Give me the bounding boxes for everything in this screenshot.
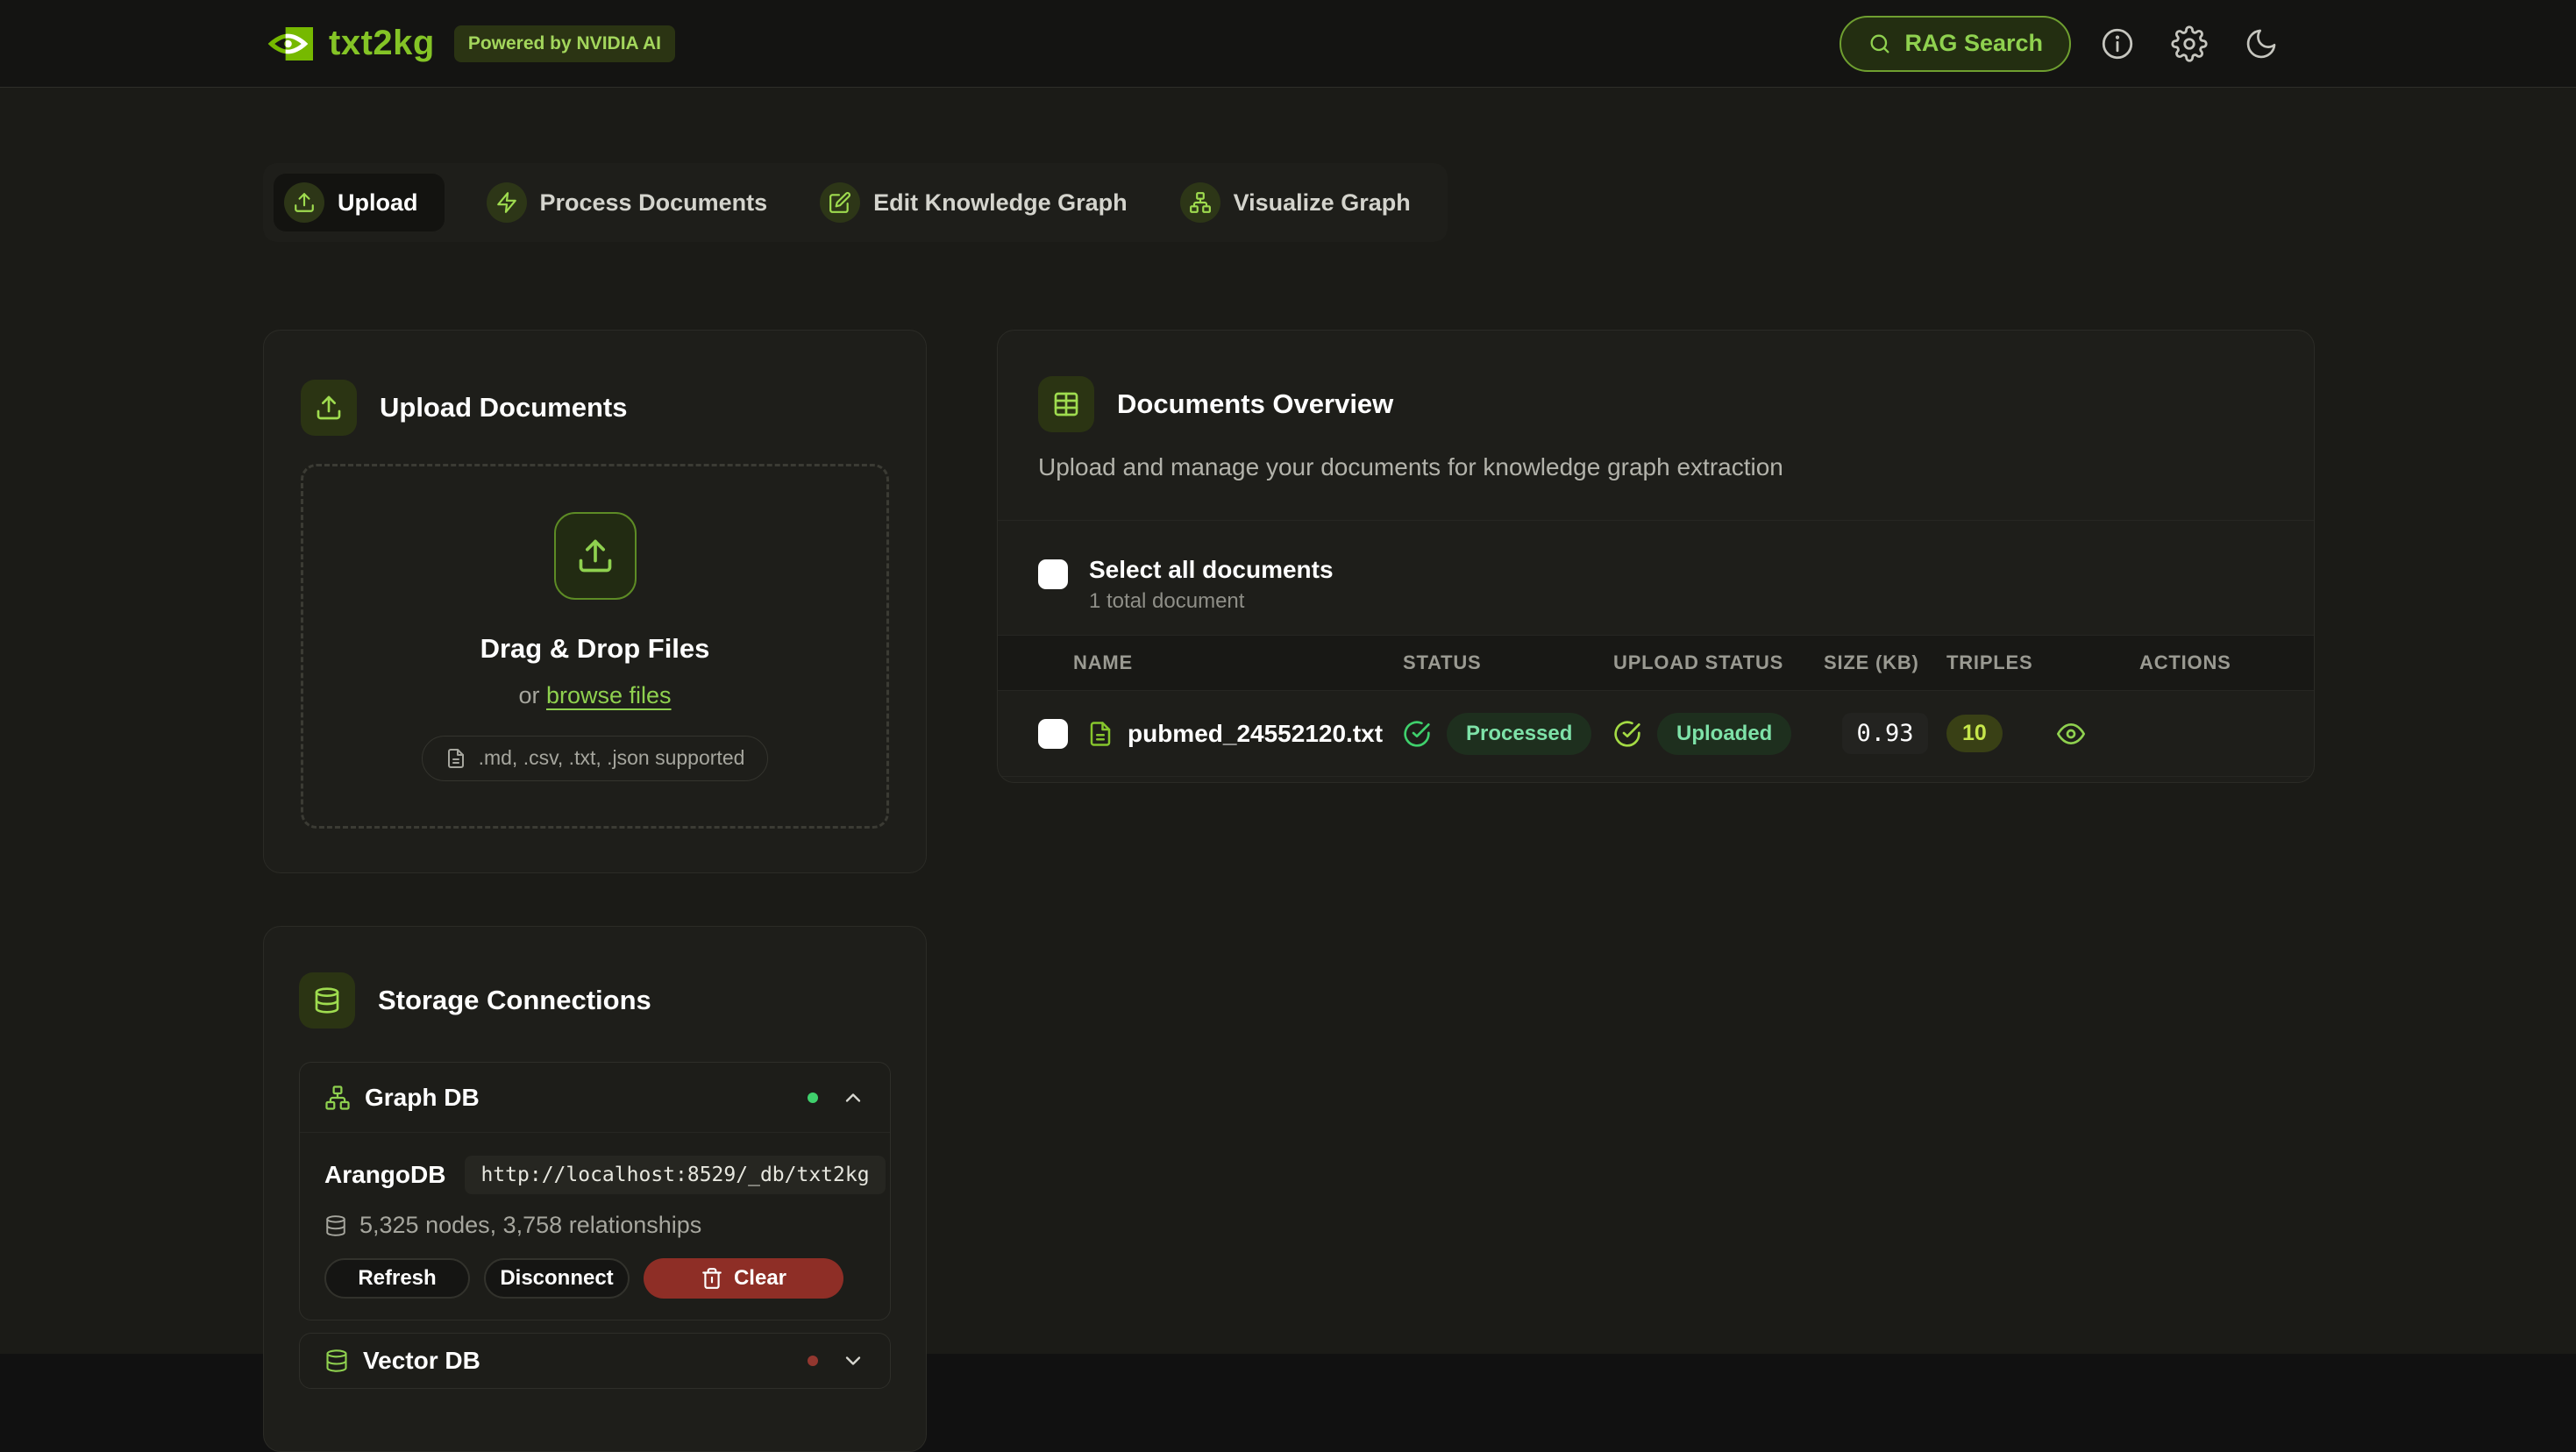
edit-icon [820,182,860,223]
dropzone-title: Drag & Drop Files [480,633,710,665]
select-all-label: Select all documents [1089,556,1334,584]
file-icon [445,748,466,769]
check-circle-icon [1403,720,1431,748]
lightning-icon [487,182,527,223]
upload-icon [284,182,324,223]
clear-button[interactable]: Clear [644,1258,843,1299]
trash-icon [701,1267,723,1290]
brand: txt2kg Powered by NVIDIA AI [263,24,675,63]
refresh-button[interactable]: Refresh [324,1258,470,1299]
info-icon [2099,25,2136,62]
supported-formats-pill: .md, .csv, .txt, .json supported [422,736,769,781]
row-checkbox[interactable] [1038,719,1068,749]
connected-status-dot [808,1093,818,1103]
column-header-status: STATUS [1403,651,1613,674]
upload-status-badge: Uploaded [1657,713,1791,755]
rag-search-button[interactable]: RAG Search [1839,16,2071,72]
chevron-down-icon[interactable] [841,1349,865,1373]
upload-tray-icon [554,512,637,600]
connection-url: http://localhost:8529/_db/txt2kg [465,1156,885,1194]
tab-upload-label: Upload [338,189,418,217]
column-header-actions: ACTIONS [2052,651,2274,674]
graph-network-icon [1180,182,1220,223]
status-badge: Processed [1447,713,1591,755]
triples-count-badge: 10 [1946,715,2003,752]
storage-card-title: Storage Connections [378,985,651,1016]
column-header-size: SIZE (KB) [1824,651,1946,674]
info-button[interactable] [2092,18,2143,69]
tab-upload[interactable]: Upload [274,174,445,231]
database-icon [299,972,355,1028]
provider-name: ArangoDB [324,1161,445,1189]
tab-visualize-graph[interactable]: Visualize Graph [1170,174,1421,231]
supported-formats-text: .md, .csv, .txt, .json supported [479,746,745,770]
graph-db-stats-text: 5,325 nodes, 3,758 relationships [359,1212,701,1239]
select-all-checkbox[interactable] [1038,559,1068,589]
eye-icon [2057,720,2085,748]
graph-db-panel: Graph DB ArangoDB http://loc [299,1062,891,1320]
chevron-up-icon[interactable] [841,1085,865,1110]
storage-connections-card: Storage Connections Graph DB [263,926,927,1452]
divider [998,520,2314,521]
app-title: txt2kg [329,24,435,63]
file-text-icon [1087,721,1114,747]
nvidia-logo-icon [263,27,313,60]
view-tabs: Upload Process Documents Edit Knowledge … [263,163,1448,242]
upload-documents-card: Upload Documents Drag & Drop Files or br… [263,330,927,873]
rag-search-label: RAG Search [1904,30,2043,57]
graph-db-stats: 5,325 nodes, 3,758 relationships [324,1212,865,1239]
dark-mode-toggle[interactable] [2236,18,2287,69]
tab-process-documents[interactable]: Process Documents [476,174,779,231]
moon-icon [2244,26,2279,61]
upload-card-icon [301,380,357,436]
check-circle-icon [1613,720,1641,748]
tab-edit-knowledge-graph[interactable]: Edit Knowledge Graph [809,174,1138,231]
documents-overview-card: Documents Overview Upload and manage you… [997,330,2315,783]
graph-db-label: Graph DB [365,1084,480,1112]
app-header: txt2kg Powered by NVIDIA AI RAG Search [0,0,2576,88]
file-size-value: 0.93 [1842,713,1927,754]
clear-button-label: Clear [734,1266,786,1291]
disconnect-button[interactable]: Disconnect [484,1258,630,1299]
file-dropzone[interactable]: Drag & Drop Files or browse files .md, .… [301,464,889,829]
or-text: or [518,682,539,708]
documents-card-subtitle: Upload and manage your documents for kno… [1038,453,2274,481]
document-name: pubmed_24552120.txt [1128,720,1383,748]
column-header-upload-status: UPLOAD STATUS [1613,651,1824,674]
dropzone-subtitle: or browse files [518,682,671,709]
graph-db-header[interactable]: Graph DB [300,1063,890,1133]
upload-card-title: Upload Documents [380,392,627,424]
vector-db-panel: Vector DB [299,1333,891,1389]
browse-files-link[interactable]: browse files [546,682,672,708]
column-header-triples: TRIPLES [1946,651,2052,674]
database-icon [324,1349,349,1373]
gear-icon [2171,25,2208,62]
tab-visualize-graph-label: Visualize Graph [1234,189,1411,217]
tab-edit-knowledge-graph-label: Edit Knowledge Graph [873,189,1128,217]
vector-db-header[interactable]: Vector DB [300,1334,890,1388]
total-documents-text: 1 total document [1089,589,1334,614]
database-icon [324,1214,347,1237]
view-document-button[interactable] [2052,715,2090,753]
vector-db-label: Vector DB [363,1347,480,1375]
powered-by-badge: Powered by NVIDIA AI [454,25,675,62]
tab-process-documents-label: Process Documents [540,189,768,217]
column-header-name: NAME [1038,651,1403,674]
settings-button[interactable] [2164,18,2215,69]
table-row: pubmed_24552120.txt Processed [998,691,2314,777]
search-icon [1868,32,1892,56]
documents-table-header: NAME STATUS UPLOAD STATUS SIZE (KB) TRIP… [998,635,2314,691]
graph-network-icon [324,1085,351,1111]
table-grid-icon [1038,376,1094,432]
documents-card-title: Documents Overview [1117,388,1393,420]
disconnected-status-dot [808,1356,818,1366]
